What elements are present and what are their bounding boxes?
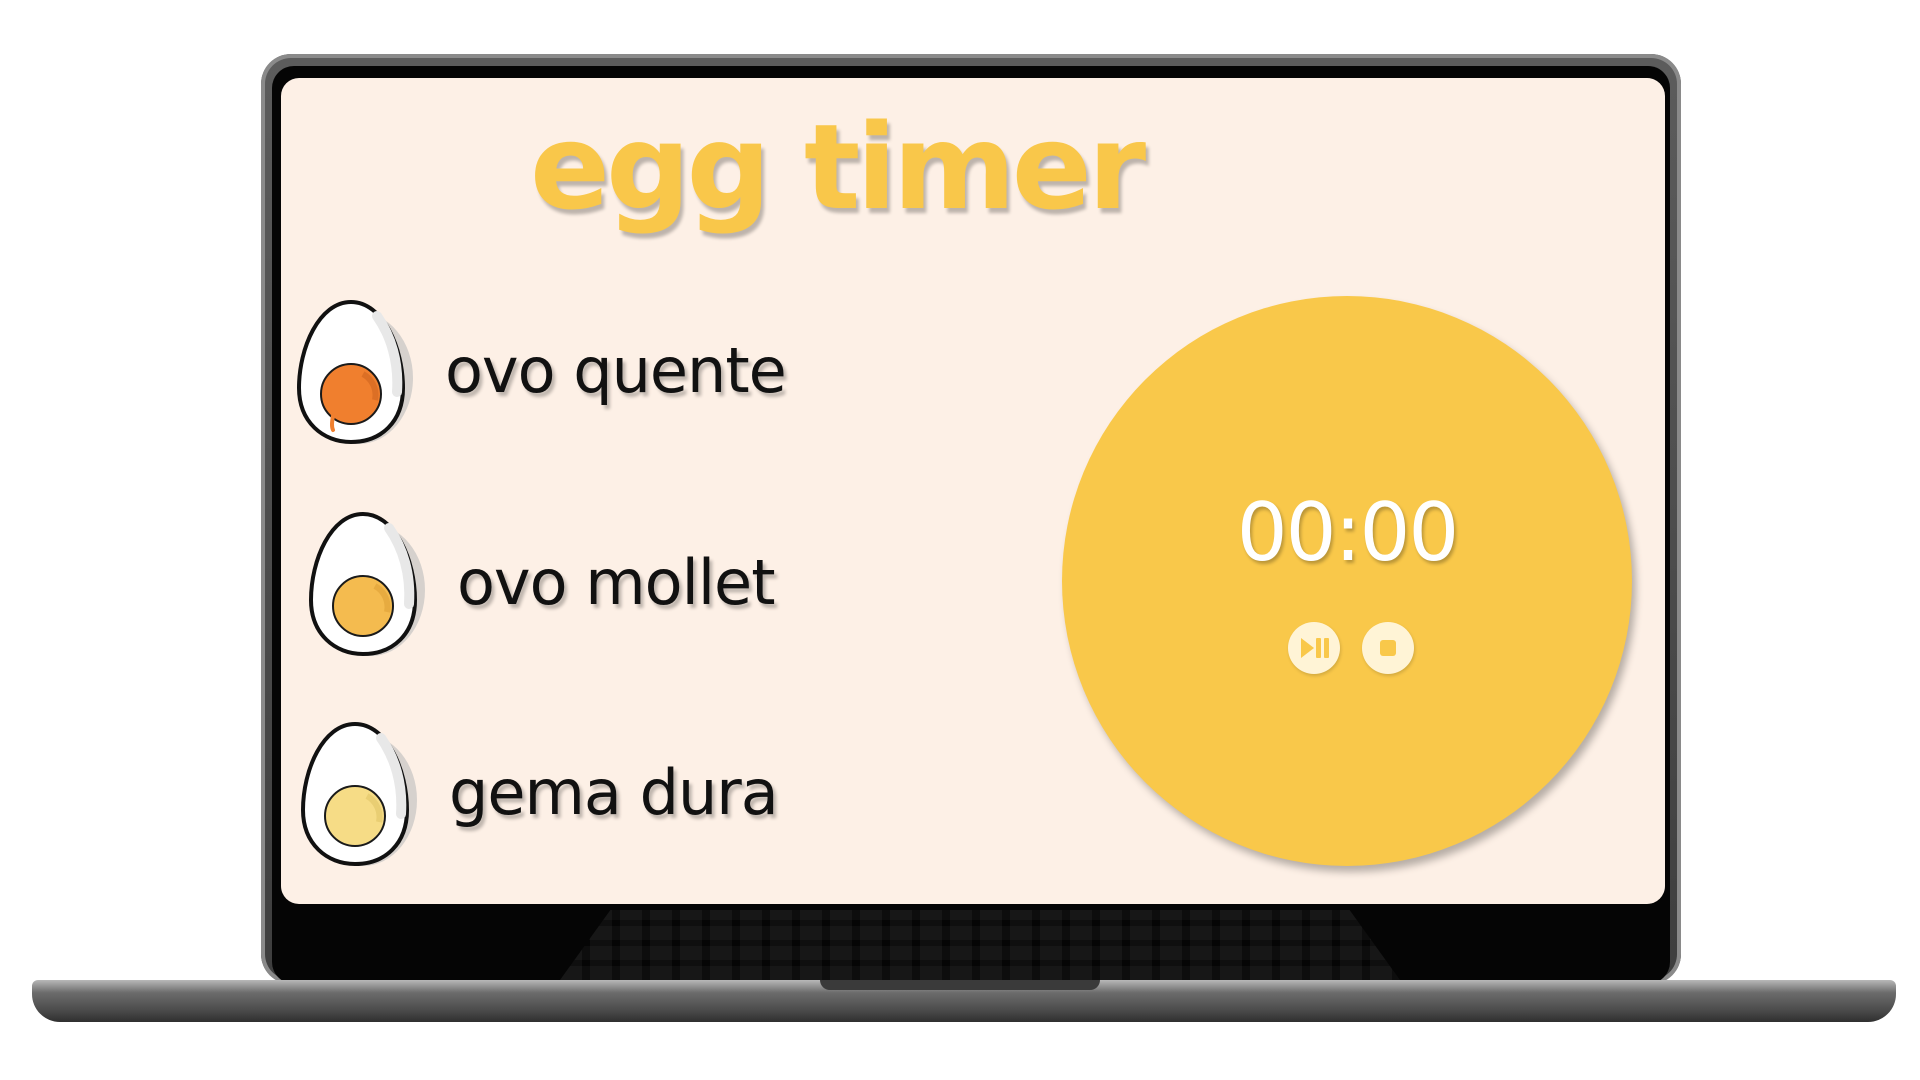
laptop-screen: egg timer ovo quente ovo mollet gema dur…: [281, 78, 1665, 904]
option-label: gema dura: [449, 756, 779, 829]
timer-controls: [1062, 622, 1632, 674]
option-label: ovo quente: [445, 334, 787, 407]
option-ovo-quente[interactable]: ovo quente: [293, 296, 893, 456]
stop-button[interactable]: [1362, 622, 1414, 674]
hard-boiled-egg-icon: [300, 721, 417, 867]
laptop-mockup: egg timer ovo quente ovo mollet gema dur…: [0, 0, 1920, 1080]
play-pause-icon: [1301, 638, 1329, 658]
play-pause-button[interactable]: [1288, 622, 1340, 674]
soft-boiled-egg-icon: [296, 299, 413, 445]
medium-boiled-egg-icon: [308, 511, 425, 657]
app-title: egg timer: [529, 98, 1146, 236]
option-gema-dura[interactable]: gema dura: [297, 718, 897, 878]
option-ovo-mollet[interactable]: ovo mollet: [305, 508, 905, 668]
stop-icon: [1380, 640, 1396, 656]
timer-display: 00:00: [1236, 486, 1460, 579]
laptop-base-notch: [820, 980, 1100, 990]
keyboard-reflection: [560, 910, 1400, 980]
option-label: ovo mollet: [457, 546, 775, 619]
timer-panel: 00:00: [1062, 296, 1632, 866]
